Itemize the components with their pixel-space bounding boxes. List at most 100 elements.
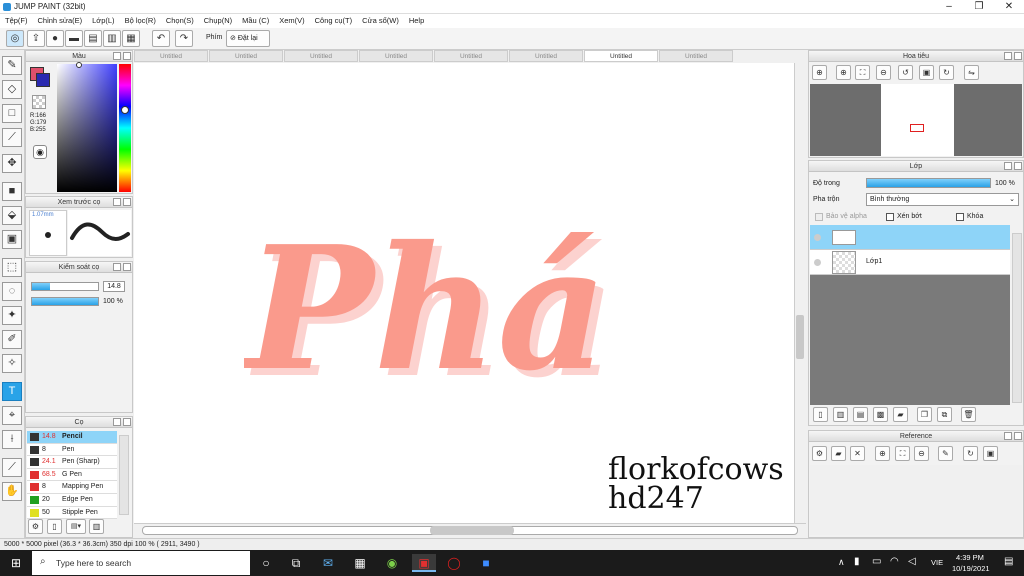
brush-item-pen-sharp[interactable]: 24.1 Pen (Sharp) xyxy=(27,456,117,469)
bucket-tool-icon[interactable]: ⬙ xyxy=(2,206,22,225)
sv-picker-cursor[interactable] xyxy=(76,62,82,68)
tab-untitled-7[interactable]: Untitled xyxy=(584,50,658,62)
clock-time[interactable]: 4:39 PM xyxy=(956,553,984,562)
new-brush-icon[interactable]: ▯ xyxy=(47,519,62,534)
chevron-up-icon[interactable]: ∧ xyxy=(838,557,845,568)
panel-float-icon[interactable] xyxy=(113,52,121,60)
app-green-icon[interactable]: ◉ xyxy=(382,554,402,572)
new-layer-icon[interactable]: ▯ xyxy=(813,407,828,422)
drawing-canvas[interactable]: Phá Phá florkofcows hd247 xyxy=(134,63,794,523)
task-view-icon[interactable]: ⧉ xyxy=(286,554,306,572)
operation-tool-icon[interactable]: ⌖ xyxy=(2,406,22,425)
lock-checkbox[interactable] xyxy=(956,213,964,221)
zoom-in-icon[interactable]: ⊕ xyxy=(812,65,827,80)
language-indicator[interactable]: VIE xyxy=(931,558,943,567)
rect-select-tool-icon[interactable]: ⬚ xyxy=(2,258,22,277)
flip-icon[interactable]: ⇋ xyxy=(964,65,979,80)
reset-rotation-icon[interactable]: ▣ xyxy=(919,65,934,80)
navigator-view[interactable] xyxy=(810,84,1022,156)
wifi-icon[interactable]: ◠ xyxy=(890,556,899,567)
tab-untitled-8[interactable]: Untitled xyxy=(659,50,733,62)
panel-float-icon[interactable] xyxy=(1004,162,1012,170)
minimize-button[interactable]: – xyxy=(934,0,964,14)
volume-icon[interactable]: ◁ xyxy=(908,556,916,567)
cortana-icon[interactable]: ○ xyxy=(256,554,276,572)
layer-item-lop1[interactable]: Lớp1 xyxy=(810,250,1010,275)
tab-untitled-1[interactable]: Untitled xyxy=(134,50,208,62)
panel-float-icon[interactable] xyxy=(1004,432,1012,440)
canvas-horizontal-scrollbar[interactable] xyxy=(134,523,806,537)
rotate-right-icon[interactable]: ↻ xyxy=(939,65,954,80)
panel-close-icon[interactable] xyxy=(1014,162,1022,170)
dropper2-tool-icon[interactable]: ⟋ xyxy=(2,458,22,477)
protect-alpha-checkbox[interactable] xyxy=(815,213,823,221)
panel-float-icon[interactable] xyxy=(113,418,121,426)
horizontal-scroll-thumb[interactable] xyxy=(430,526,514,535)
reference-open-icon[interactable]: ▰ xyxy=(831,446,846,461)
menu-file[interactable]: Tệp(F) xyxy=(0,14,33,28)
reference-zoom-in-icon[interactable]: ⊕ xyxy=(875,446,890,461)
reference-view[interactable] xyxy=(810,465,1022,535)
text-tool-icon[interactable]: T xyxy=(2,382,22,401)
layer-visibility-icon[interactable] xyxy=(814,259,821,266)
menu-tools[interactable]: Công cụ(T) xyxy=(310,14,358,28)
redo-icon[interactable]: ↷ xyxy=(175,30,193,47)
layer-opacity-slider[interactable] xyxy=(866,178,991,188)
jump-paint-taskbar-icon[interactable]: ▣ xyxy=(412,554,436,572)
new-8bit-layer-icon[interactable]: ▤ xyxy=(853,407,868,422)
reset-button[interactable]: ⊘ Đặt lại xyxy=(226,30,270,47)
saturation-value-picker[interactable] xyxy=(57,64,117,192)
tab-untitled-6[interactable]: Untitled xyxy=(509,50,583,62)
fill-rect-tool-icon[interactable]: ■ xyxy=(2,182,22,201)
palette-icon[interactable]: ◉ xyxy=(33,145,47,159)
magic-wand-tool-icon[interactable]: ✦ xyxy=(2,306,22,325)
lasso-tool-icon[interactable]: ◌ xyxy=(2,282,22,301)
eraser-tool-icon[interactable]: ◇ xyxy=(2,80,22,99)
blend-mode-select[interactable]: Bình thường ⌄ xyxy=(866,193,1019,206)
close-button[interactable]: ✕ xyxy=(994,0,1024,14)
clipping-checkbox[interactable] xyxy=(886,213,894,221)
brush-list-scrollbar[interactable] xyxy=(119,435,129,515)
brush-opacity-slider[interactable] xyxy=(31,297,99,306)
page-icon[interactable]: ▤ xyxy=(84,30,102,47)
tab-untitled-4[interactable]: Untitled xyxy=(359,50,433,62)
grid-icon[interactable]: ▦ xyxy=(122,30,140,47)
merge-layer-icon[interactable]: ⧉ xyxy=(937,407,952,422)
mail-icon[interactable]: ✉ xyxy=(318,554,338,572)
undo-icon[interactable]: ↶ xyxy=(152,30,170,47)
brush-size-input[interactable]: 14.8 xyxy=(103,281,125,292)
hue-slider[interactable] xyxy=(119,64,131,192)
layer-item-text[interactable] xyxy=(810,225,1010,250)
tab-untitled-2[interactable]: Untitled xyxy=(209,50,283,62)
gradient-tool-icon[interactable]: ▣ xyxy=(2,230,22,249)
brush-size-slider[interactable] xyxy=(31,282,99,291)
line-tool-icon[interactable]: ⟋ xyxy=(2,128,22,147)
vertical-scroll-thumb[interactable] xyxy=(796,315,804,359)
zoom-out-icon[interactable]: ⊖ xyxy=(876,65,891,80)
notification-icon[interactable]: ▤ xyxy=(1004,556,1013,567)
store-icon[interactable]: ▦ xyxy=(350,554,370,572)
brush-menu-icon[interactable]: ▤▾ xyxy=(66,519,86,534)
menu-window[interactable]: Cửa sổ(W) xyxy=(357,14,404,28)
brush-item-mapping-pen[interactable]: 8 Mapping Pen xyxy=(27,481,117,494)
reference-zoom-out-icon[interactable]: ⊖ xyxy=(914,446,929,461)
panel-close-icon[interactable] xyxy=(123,52,131,60)
document-icon[interactable]: ▥ xyxy=(103,30,121,47)
panel-float-icon[interactable] xyxy=(1004,52,1012,60)
reference-eyedropper-icon[interactable]: ✎ xyxy=(938,446,953,461)
panel-float-icon[interactable] xyxy=(113,198,121,206)
app-menu-icon[interactable]: ◎ xyxy=(6,30,24,47)
rectangle-tool-icon[interactable]: □ xyxy=(2,104,22,123)
menu-color[interactable]: Mầu (C) xyxy=(237,14,274,28)
background-swatch[interactable] xyxy=(36,73,50,87)
clock-date[interactable]: 10/19/2021 xyxy=(952,564,990,573)
menu-layer[interactable]: Lớp(L) xyxy=(87,14,119,28)
comment-icon[interactable]: ▬ xyxy=(65,30,83,47)
network-icon[interactable]: ▭ xyxy=(872,556,881,567)
brush-item-edge-pen[interactable]: 20 Edge Pen xyxy=(27,493,117,507)
move-tool-icon[interactable]: ✥ xyxy=(2,154,22,173)
panel-close-icon[interactable] xyxy=(1014,52,1022,60)
canvas-vertical-scrollbar[interactable] xyxy=(794,63,806,523)
zoom-app-icon[interactable]: ■ xyxy=(476,554,496,572)
panel-close-icon[interactable] xyxy=(1014,432,1022,440)
